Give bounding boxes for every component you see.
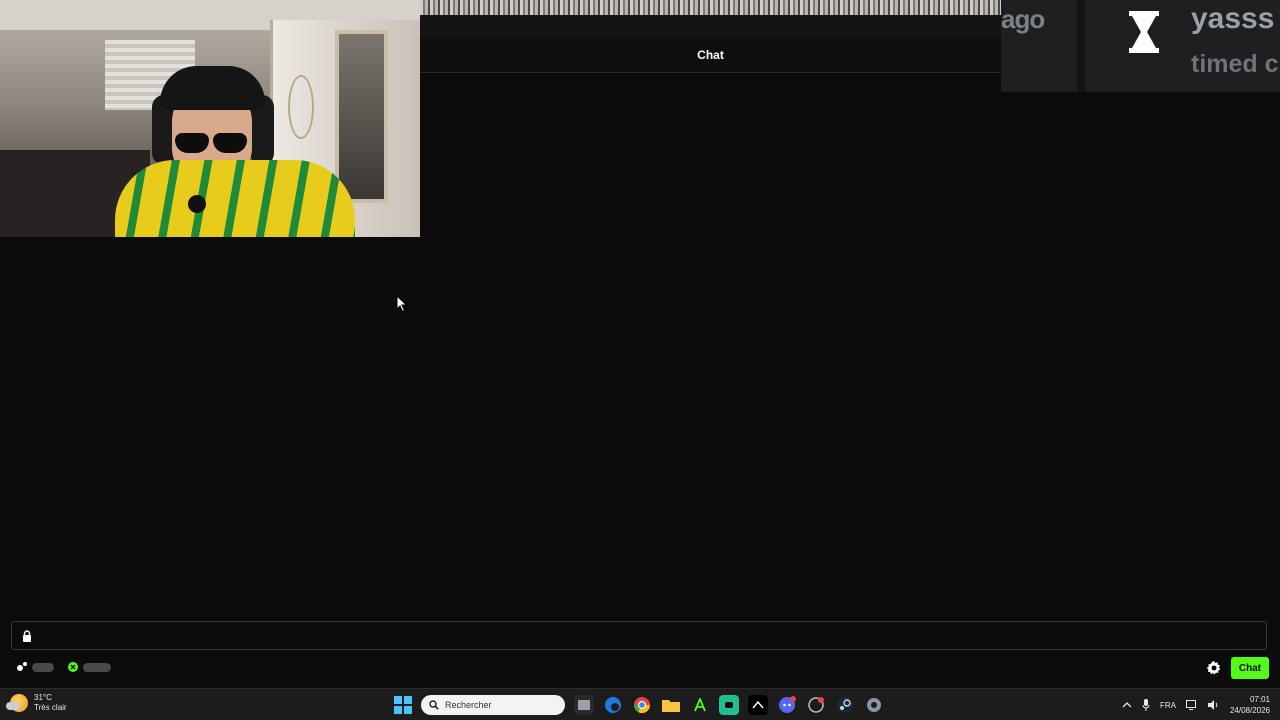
webcam-mic — [188, 195, 206, 213]
chat-badge-group[interactable] — [67, 661, 111, 673]
app-a-icon[interactable] — [690, 695, 710, 715]
status-icon — [68, 662, 78, 672]
weather-sun-icon — [6, 694, 28, 712]
edge-icon[interactable] — [603, 695, 623, 715]
windows-taskbar: 31°C Très clair Rechercher FRA 07:01 24/… — [0, 688, 1280, 720]
webcam-cap — [160, 66, 265, 110]
mouse-cursor-icon — [396, 295, 408, 313]
search-placeholder: Rechercher — [445, 700, 492, 710]
webcam-person-jersey — [115, 160, 355, 237]
notification-divider — [1077, 0, 1085, 92]
network-icon[interactable] — [1185, 700, 1198, 710]
taskbar-apps: Rechercher — [394, 693, 884, 717]
discord-icon[interactable] — [777, 695, 797, 715]
badge-placeholder — [83, 662, 111, 672]
chrome-icon[interactable] — [632, 695, 652, 715]
weather-temperature: 31°C — [34, 693, 52, 702]
timeout-notification: ago yasss timed c — [1001, 0, 1280, 92]
chat-message-input[interactable] — [40, 625, 1254, 648]
app-red-icon[interactable] — [806, 695, 826, 715]
settings-icon[interactable] — [864, 695, 884, 715]
chevron-up-icon[interactable] — [1122, 701, 1132, 709]
language-indicator[interactable]: FRA — [1160, 701, 1176, 710]
search-icon — [429, 700, 439, 710]
app-dark-icon[interactable] — [748, 695, 768, 715]
send-chat-button[interactable]: Chat — [1231, 657, 1269, 679]
weather-description: Très clair — [34, 703, 67, 712]
webcam-mirror — [335, 30, 388, 203]
task-view-icon[interactable] — [574, 695, 594, 715]
system-tray: FRA 07:01 24/08/2026 — [1122, 693, 1270, 717]
clock-time: 07:01 — [1249, 695, 1270, 704]
steam-icon[interactable] — [835, 695, 855, 715]
app-green-icon[interactable] — [719, 695, 739, 715]
chat-toolbar: Chat — [0, 655, 1280, 681]
hourglass-icon — [1129, 11, 1159, 53]
clock-date: 24/08/2026 — [1229, 706, 1270, 715]
decorative-strip — [420, 0, 1001, 15]
chat-header: Chat — [420, 37, 1001, 73]
badge-placeholder — [32, 662, 54, 672]
microphone-icon[interactable] — [1142, 699, 1150, 711]
folder-icon[interactable] — [661, 695, 681, 715]
volume-icon[interactable] — [1207, 700, 1220, 710]
windows-start-icon[interactable] — [394, 696, 412, 714]
webcam-ornament — [288, 75, 314, 139]
chat-input-box[interactable] — [11, 621, 1267, 650]
chat-badge-group[interactable] — [16, 661, 54, 673]
chat-title: Chat — [697, 47, 724, 62]
notification-ago-text: ago — [1001, 4, 1045, 34]
connection-icon — [17, 662, 27, 671]
chat-settings-gear-icon[interactable] — [1206, 660, 1222, 676]
webcam-overlay — [0, 0, 420, 237]
decorative-shadow — [420, 15, 1001, 37]
webcam-sunglasses — [175, 133, 255, 155]
lock-icon — [23, 630, 31, 642]
weather-widget[interactable]: 31°C Très clair — [6, 693, 67, 713]
taskbar-search-box[interactable]: Rechercher — [421, 695, 565, 715]
notification-status: timed c — [1191, 50, 1279, 78]
notification-username: yasss — [1191, 2, 1275, 35]
screen: Chat ago yasss timed c Chat 31°C Très cl… — [0, 0, 1280, 720]
taskbar-clock[interactable]: 07:01 24/08/2026 — [1230, 694, 1270, 716]
